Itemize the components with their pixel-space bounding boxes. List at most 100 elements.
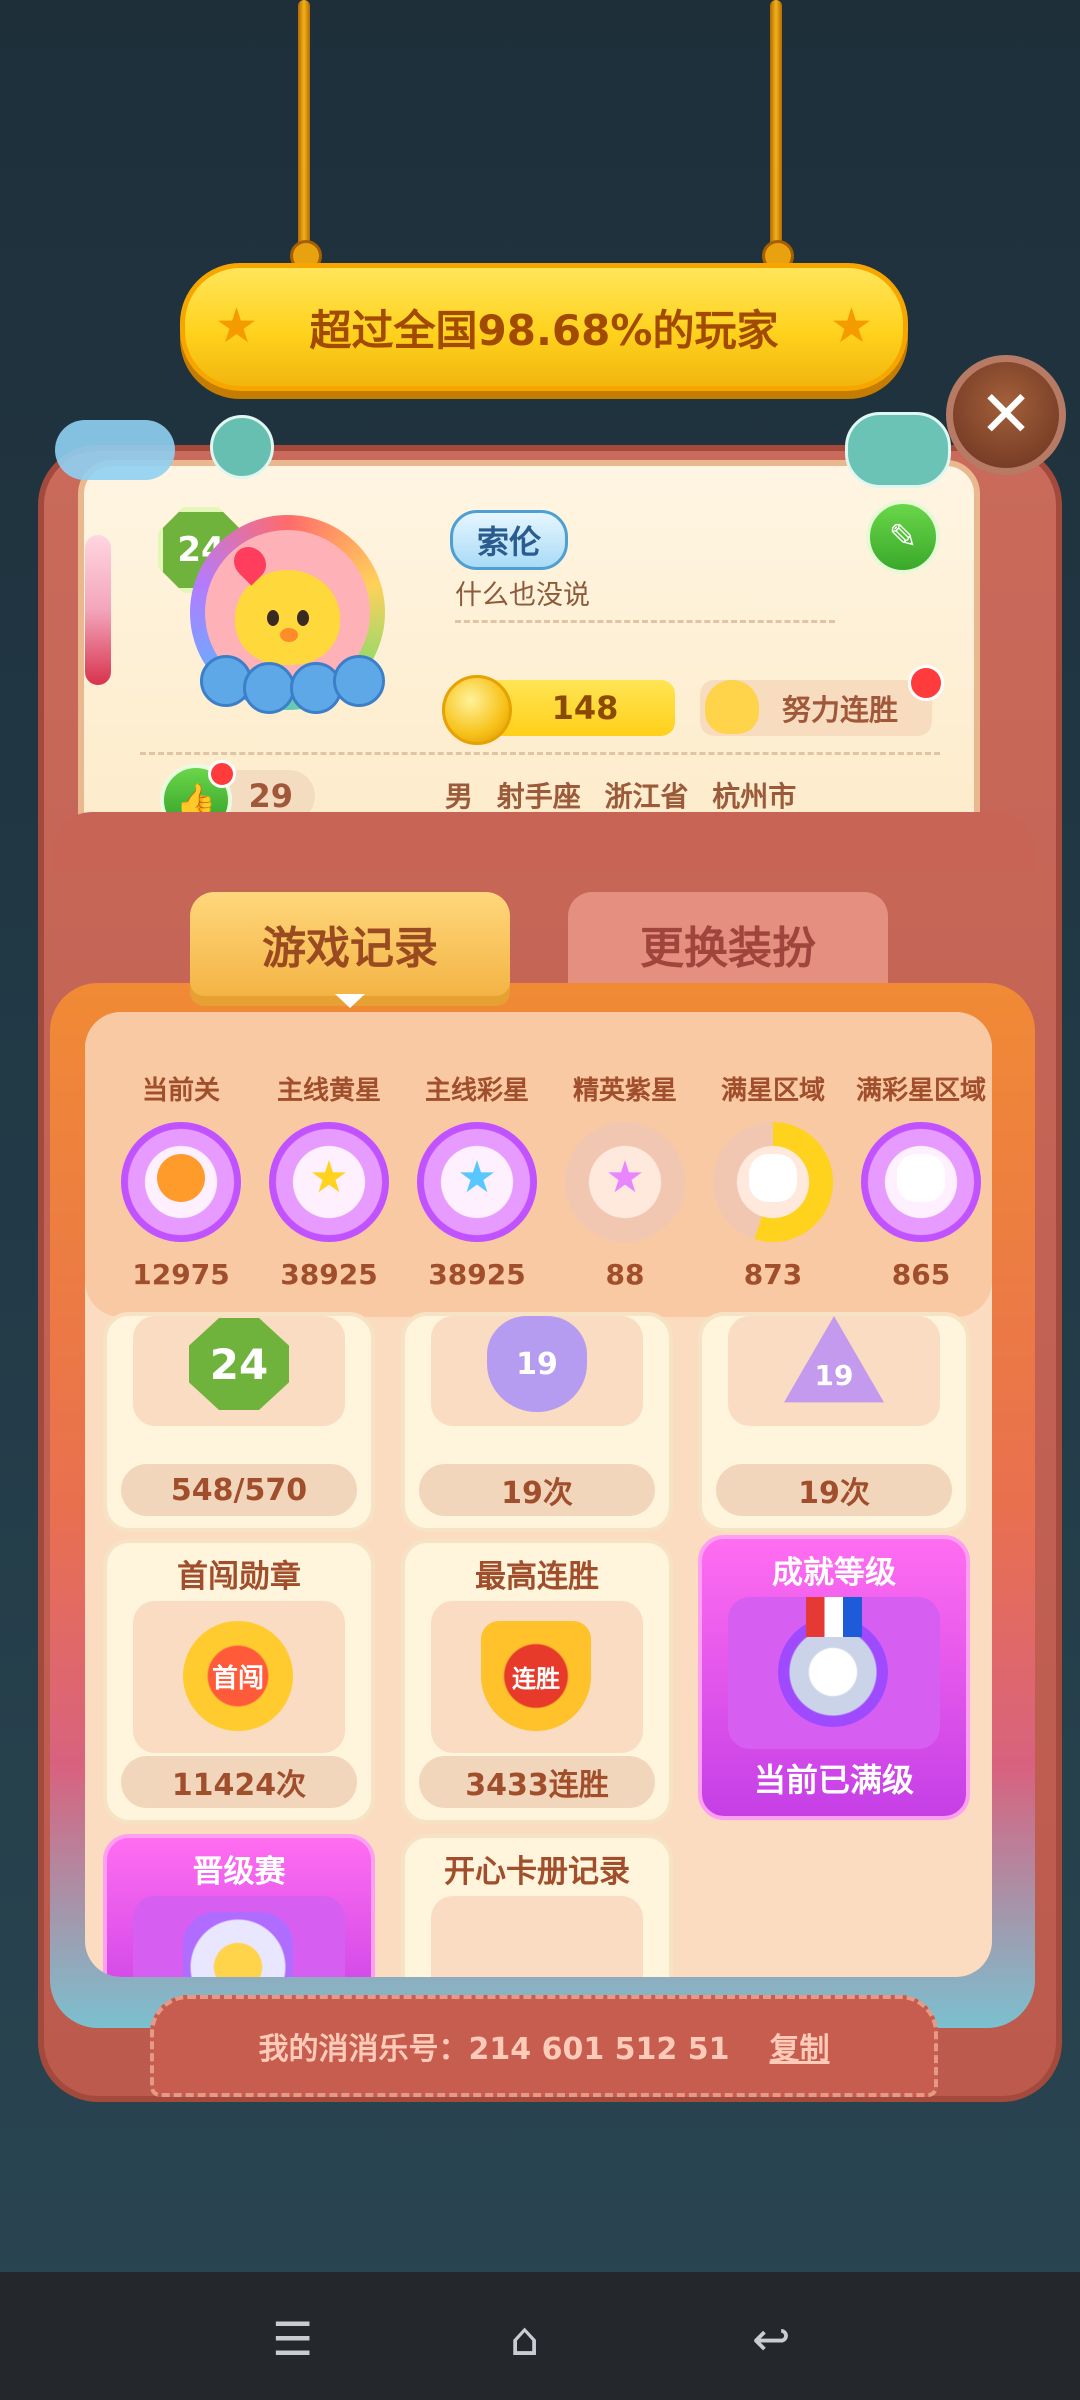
card-happy-album[interactable]: 开心卡册记录: [401, 1834, 673, 1977]
back-icon[interactable]: ↩: [752, 2312, 791, 2366]
notification-dot: [908, 665, 944, 701]
wing-badge-icon: 19: [487, 1316, 587, 1412]
card-inner: [431, 1896, 643, 1977]
bead-string: [85, 535, 111, 685]
likes-count: 29: [248, 777, 293, 815]
streak-chick-icon: [705, 680, 759, 734]
flower-icon: [333, 655, 385, 707]
menu-icon[interactable]: ☰: [272, 2312, 313, 2366]
card-wing-badge[interactable]: 19 19次: [401, 1312, 673, 1532]
player-id-bar: 我的消消乐号：214 601 512 51 复制: [150, 1995, 938, 2097]
streak-shield-icon: 连胜: [481, 1621, 591, 1731]
card-inner: 19: [728, 1316, 940, 1426]
card-title: 晋级赛: [192, 1854, 286, 1890]
flower-ornament: [210, 415, 274, 479]
stat-value: 12975: [132, 1258, 230, 1291]
edit-profile-button[interactable]: ✎: [866, 500, 940, 574]
system-nav-bar: ☰ ⌂ ↩: [0, 2272, 1080, 2400]
stat-ring: [121, 1122, 241, 1242]
notification-dot: [208, 760, 236, 788]
card-inner: 连胜: [431, 1601, 643, 1753]
star-icon: ★: [829, 298, 873, 354]
divider: [455, 620, 835, 623]
card-promotion[interactable]: 晋级赛: [103, 1834, 375, 1977]
card-inner: [133, 1896, 345, 1977]
close-icon: ✕: [979, 378, 1033, 452]
rank-banner-text: 超过全国98.68%的玩家: [309, 305, 779, 355]
close-button[interactable]: ✕: [946, 355, 1066, 475]
banner-rope-right: [770, 0, 782, 255]
rank-banner: ★ 超过全国98.68%的玩家 ★: [180, 263, 908, 391]
records-panel[interactable]: 当前关 12975 主线黄星 ★ 38925 主线彩星 ★ 38925 精英紫星…: [85, 1012, 992, 1977]
player-province: 浙江省: [604, 780, 689, 813]
player-zodiac: 射手座: [496, 780, 581, 813]
player-city: 杭州市: [712, 780, 797, 813]
purple-star-icon: ★: [605, 1152, 645, 1203]
stat-value: 873: [743, 1258, 803, 1291]
chick-eye: [297, 610, 309, 626]
pocket-lip: [52, 812, 1036, 872]
card-inner: 24: [133, 1316, 345, 1426]
card-inner: [728, 1597, 940, 1749]
stat-ring: ★: [565, 1122, 685, 1242]
stat-title: 当前关: [141, 1076, 220, 1106]
stat-title: 满彩星区域: [855, 1076, 986, 1106]
level-medal: 24: [189, 1318, 289, 1410]
rainbow-star-icon: ★: [457, 1152, 497, 1203]
card-foot: 548/570: [121, 1464, 357, 1516]
card-title: 开心卡册记录: [444, 1854, 630, 1890]
cloud-icon: [749, 1154, 797, 1202]
card-inner: 19: [431, 1316, 643, 1426]
promotion-badge-icon: [183, 1912, 293, 1977]
copy-id-button[interactable]: 复制: [769, 2024, 829, 2068]
chick-eye: [267, 610, 279, 626]
player-motto: 什么也没说: [455, 580, 590, 611]
chevron-down-icon: [335, 994, 365, 1008]
first-clear-medal-icon: 首闯: [183, 1621, 293, 1731]
dragon-ornament: [55, 420, 175, 480]
card-title: 首闯勋章: [177, 1559, 301, 1595]
card-level[interactable]: 24 548/570: [103, 1312, 375, 1532]
stat-title: 主线彩星: [424, 1076, 529, 1106]
player-name: 索伦: [450, 510, 568, 570]
home-icon[interactable]: ⌂: [510, 2312, 539, 2366]
carrot-icon: [157, 1154, 205, 1202]
stat-value: 38925: [280, 1258, 378, 1291]
card-triangle-badge[interactable]: 19 19次: [698, 1312, 970, 1532]
card-best-streak[interactable]: 最高连胜 连胜 3433连胜: [401, 1539, 673, 1824]
stat-ring: [713, 1122, 833, 1242]
card-inner: 首闯: [133, 1601, 345, 1753]
player-info: 男 射手座 浙江省 杭州市: [445, 775, 796, 815]
stat-title: 主线黄星: [276, 1076, 381, 1106]
flower-icon: [243, 662, 295, 714]
banner-rope-left: [298, 0, 310, 255]
coin-icon: [442, 675, 512, 745]
card-title: 成就等级: [772, 1555, 896, 1591]
yellow-star-icon: ★: [309, 1152, 349, 1203]
player-id-label: 我的消消乐号：214 601 512 51: [258, 2032, 730, 2067]
coin-count: 148: [551, 689, 619, 727]
card-first-clear-medal[interactable]: 首闯勋章 首闯 11424次: [103, 1539, 375, 1824]
rainbow-cloud-icon: [897, 1154, 945, 1202]
stat-ring: [861, 1122, 981, 1242]
card-foot: 19次: [419, 1464, 655, 1516]
card-achievement-level[interactable]: 成就等级 当前已满级: [698, 1535, 970, 1820]
flower-ornament: [845, 412, 951, 488]
card-foot: 当前已满级: [753, 1761, 914, 1799]
player-gender: 男: [445, 780, 474, 813]
card-foot: 3433连胜: [419, 1756, 655, 1808]
avatar-flowers: [195, 640, 385, 714]
card-title: 最高连胜: [475, 1559, 599, 1595]
stats-row: 当前关 12975 主线黄星 ★ 38925 主线彩星 ★ 38925 精英紫星…: [85, 1012, 992, 1317]
stat-title: 满星区域: [720, 1076, 825, 1106]
stat-ring: ★: [417, 1122, 537, 1242]
tab-outfit[interactable]: 更换装扮: [568, 892, 888, 996]
star-icon: ★: [215, 298, 259, 354]
divider: [140, 752, 940, 755]
stat-value: 88: [605, 1258, 645, 1291]
streak-label: 努力连胜: [782, 693, 899, 727]
tab-records[interactable]: 游戏记录: [190, 892, 510, 996]
stat-value: 865: [891, 1258, 951, 1291]
medal-ribbon: [806, 1597, 862, 1637]
pencil-icon: ✎: [888, 517, 918, 557]
